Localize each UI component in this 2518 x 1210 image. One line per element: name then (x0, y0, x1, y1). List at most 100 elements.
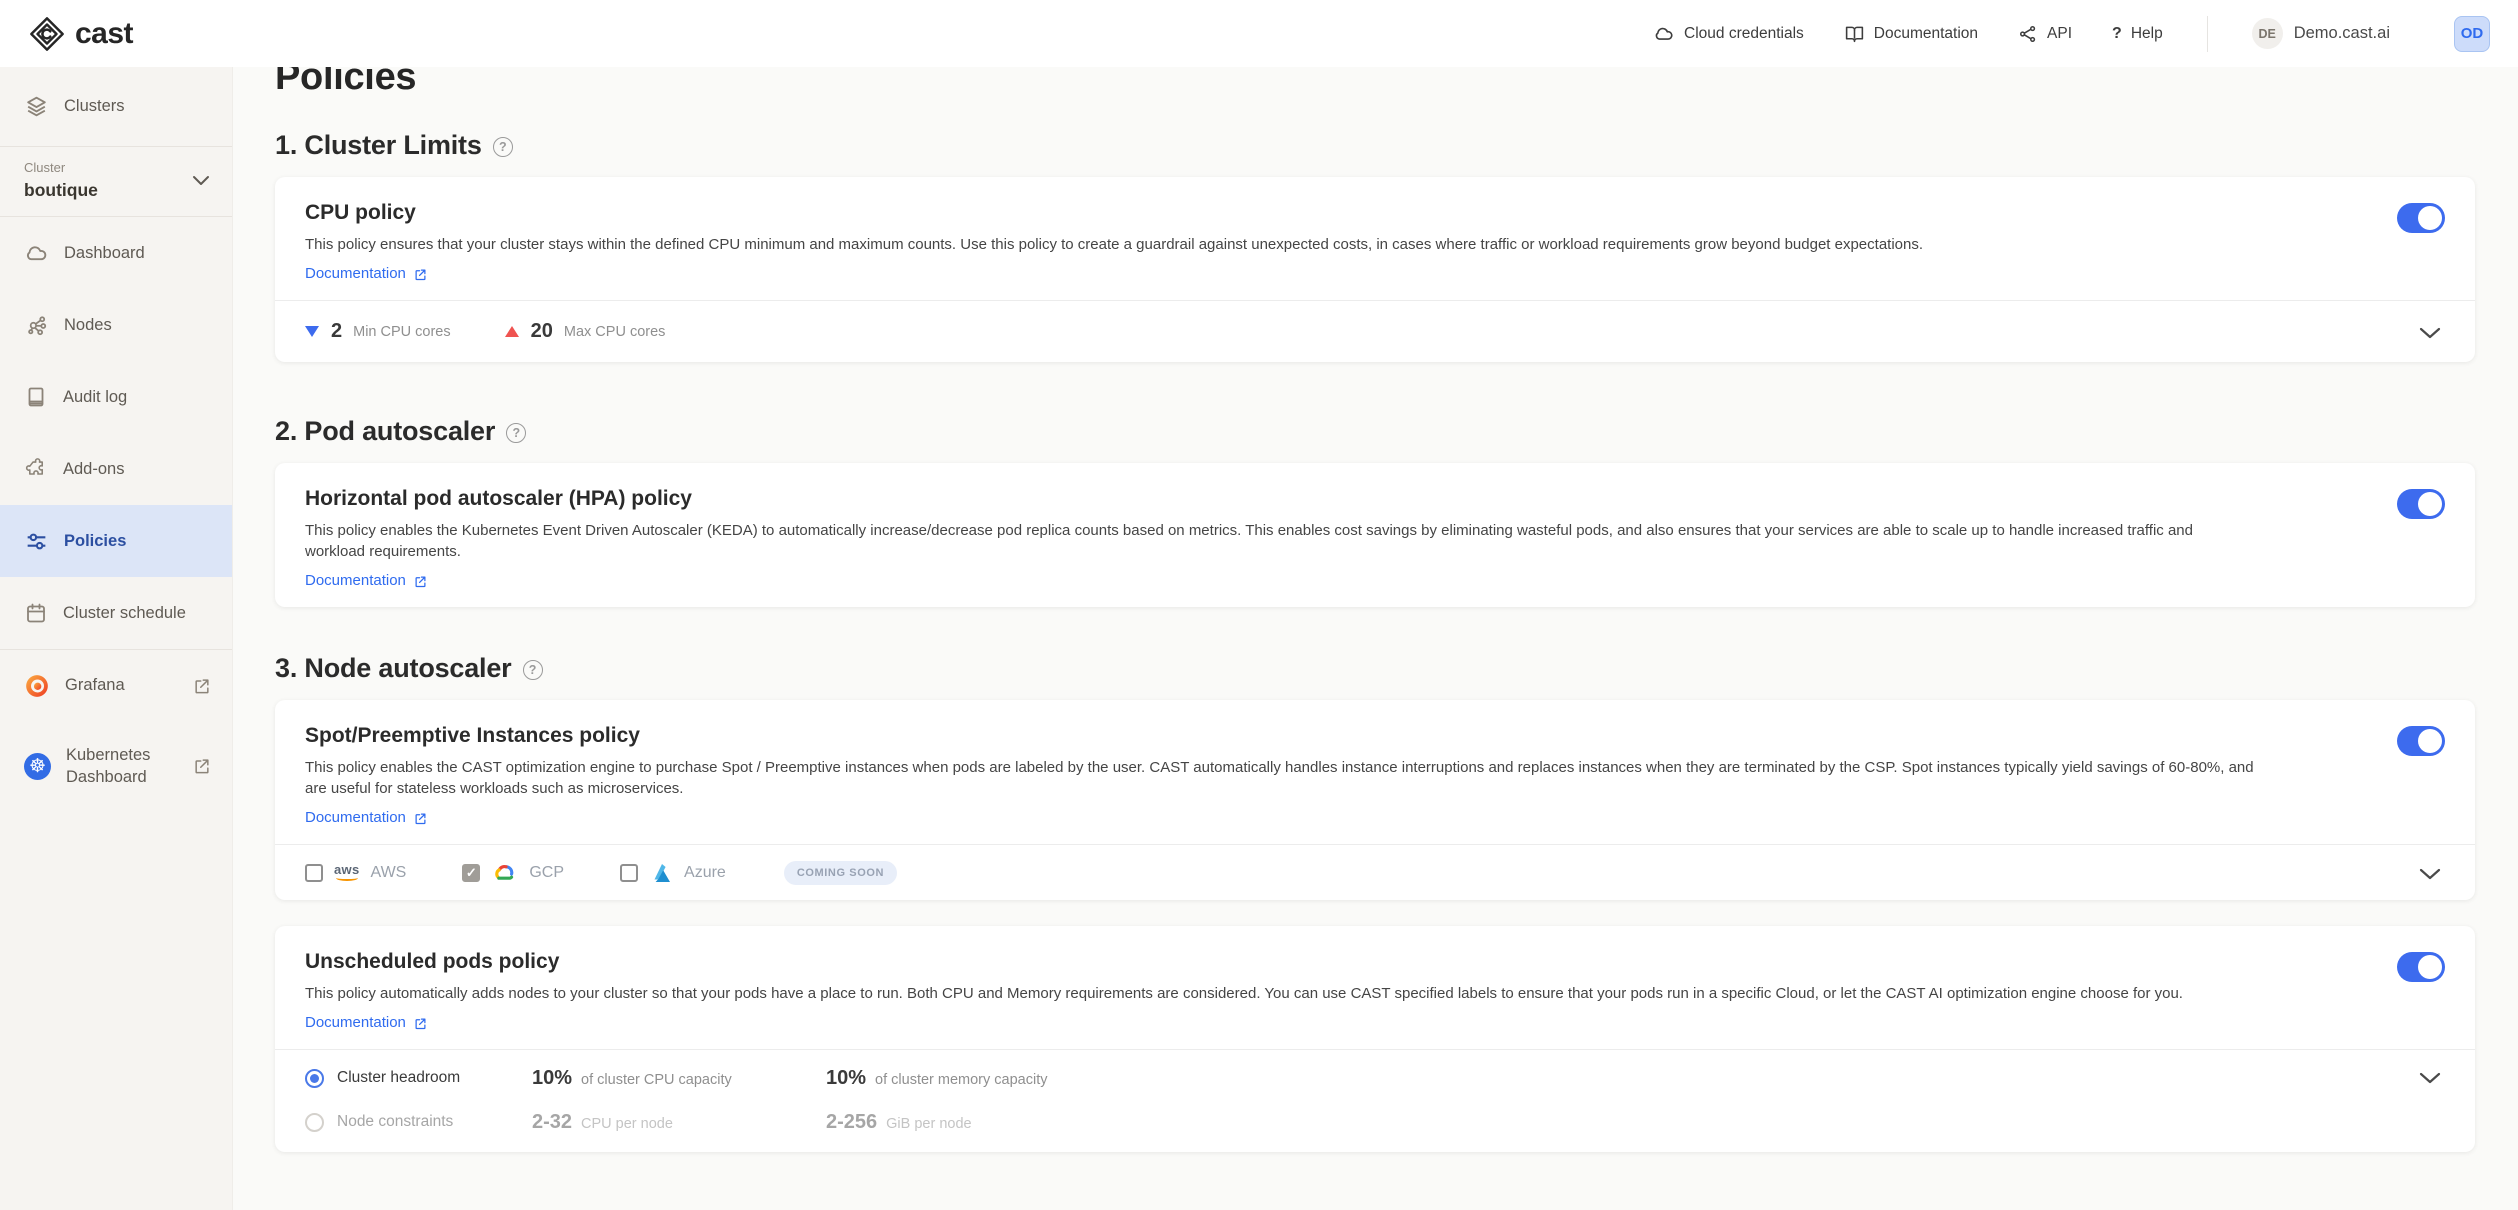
azure-checkbox[interactable] (620, 864, 638, 882)
external-link-icon (413, 1016, 428, 1031)
calendar-icon (24, 601, 48, 625)
sidebar-item-label: Audit log (63, 388, 127, 407)
section-node-autoscaler: 3. Node autoscaler ? (275, 652, 2475, 684)
toggle-knob (2418, 206, 2442, 230)
sidebar-item-add-ons[interactable]: Add-ons (0, 433, 232, 505)
node-constraints-option: Node constraints (305, 1113, 532, 1132)
gcp-checkbox[interactable]: ✓ (462, 864, 480, 882)
option-label: Node constraints (337, 1113, 453, 1131)
aws-logo-icon: aws (334, 865, 359, 881)
gcp-logo-icon (491, 862, 518, 883)
constraints-memory: 2-256 GiB per node (826, 1111, 972, 1134)
spot-policy-toggle[interactable] (2397, 726, 2445, 756)
external-link-icon (413, 574, 428, 589)
spot-policy-expand-row[interactable]: aws AWS ✓ GCP Azure (275, 844, 2475, 900)
constraints-memory-value: 2-256 (826, 1111, 877, 1134)
sidebar-item-label: Policies (64, 532, 126, 551)
constraints-cpu-value: 2-32 (532, 1111, 572, 1134)
sidebar-item-clusters[interactable]: Clusters (0, 67, 232, 147)
help-icon[interactable]: ? (506, 423, 526, 443)
toggle-knob (2418, 492, 2442, 516)
chevron-down-icon[interactable] (2419, 868, 2441, 880)
org-selector[interactable]: DE Demo.cast.ai (2252, 18, 2390, 49)
nav-label: Help (2131, 25, 2163, 43)
nav-documentation[interactable]: Documentation (1844, 23, 1978, 44)
documentation-link[interactable]: Documentation (305, 571, 428, 591)
sidebar-item-label: Cluster schedule (63, 604, 186, 623)
help-icon[interactable]: ? (493, 137, 513, 157)
cpu-policy-toggle[interactable] (2397, 203, 2445, 233)
chevron-down-icon[interactable] (2419, 327, 2441, 339)
hpa-policy-toggle[interactable] (2397, 489, 2445, 519)
sidebar-item-audit-log[interactable]: Audit log (0, 361, 232, 433)
cpu-policy-expand-row[interactable]: 2 Min CPU cores 20 Max CPU cores (275, 300, 2475, 362)
section-cluster-limits: 1. Cluster Limits ? (275, 129, 2475, 161)
cluster-headroom-option: Cluster headroom (305, 1069, 532, 1088)
help-icon[interactable]: ? (523, 660, 543, 680)
nav-cloud-credentials[interactable]: Cloud credentials (1653, 23, 1804, 45)
sidebar-item-kubernetes-dashboard[interactable]: ☸ Kubernetes Dashboard (0, 721, 232, 811)
documentation-link[interactable]: Documentation (305, 808, 428, 828)
provider-gcp: ✓ GCP (462, 862, 564, 883)
policies-page: Policies 1. Cluster Limits ? CPU policy … (233, 0, 2518, 1152)
sliders-icon (24, 529, 49, 554)
coming-soon-badge: COMING SOON (784, 861, 897, 885)
policy-description: This policy ensures that your cluster st… (305, 234, 2375, 255)
documentation-link-label: Documentation (305, 264, 406, 284)
sidebar-item-nodes[interactable]: Nodes (0, 289, 232, 361)
user-avatar[interactable]: OD (2454, 16, 2490, 52)
question-icon: ? (2112, 25, 2122, 43)
sidebar: Clusters Cluster boutique Dashboard Node… (0, 67, 233, 1210)
cluster-selector[interactable]: Cluster boutique (0, 147, 232, 217)
documentation-link-label: Documentation (305, 1013, 406, 1033)
min-triangle-icon (305, 326, 319, 337)
documentation-link[interactable]: Documentation (305, 264, 428, 284)
logo-text: cast (75, 17, 133, 51)
unscheduled-policy-toggle[interactable] (2397, 952, 2445, 982)
nav-label: API (2047, 25, 2072, 43)
max-triangle-icon (505, 326, 519, 337)
headroom-memory-caption: of cluster memory capacity (875, 1072, 1047, 1088)
nav-label: Cloud credentials (1684, 25, 1804, 43)
cpu-policy-card: CPU policy This policy ensures that your… (275, 177, 2475, 362)
section-heading: 2. Pod autoscaler (275, 415, 495, 447)
constraints-cpu: 2-32 CPU per node (532, 1111, 826, 1134)
cast-logo[interactable]: cast (28, 15, 133, 53)
cloud-icon (24, 241, 49, 266)
chevron-down-icon[interactable] (2419, 1072, 2441, 1084)
headroom-cpu-caption: of cluster CPU capacity (581, 1072, 732, 1088)
sidebar-item-label: Clusters (64, 97, 125, 116)
aws-checkbox[interactable] (305, 864, 323, 882)
sidebar-item-label: Grafana (65, 676, 125, 695)
book-icon (1844, 23, 1865, 44)
unscheduled-policy-options[interactable]: Cluster headroom 10% of cluster CPU capa… (275, 1049, 2475, 1152)
max-cpu-label: Max CPU cores (564, 324, 666, 340)
headroom-cpu: 10% of cluster CPU capacity (532, 1067, 826, 1090)
provider-aws: aws AWS (305, 864, 406, 882)
constraints-memory-caption: GiB per node (886, 1116, 971, 1132)
cluster-selector-label: Cluster (24, 160, 208, 175)
min-cpu-label: Min CPU cores (353, 324, 451, 340)
sidebar-item-label: Dashboard (64, 244, 145, 263)
headroom-memory-value: 10% (826, 1067, 866, 1090)
sidebar-item-label: Kubernetes Dashboard (66, 744, 196, 789)
nav-api[interactable]: API (2018, 24, 2072, 44)
min-cpu-stat: 2 Min CPU cores (305, 320, 451, 343)
policy-title: Unscheduled pods policy (305, 950, 2445, 974)
provider-label: AWS (370, 864, 406, 882)
nav-help[interactable]: ? Help (2112, 25, 2163, 43)
headroom-memory: 10% of cluster memory capacity (826, 1067, 1047, 1090)
top-header: cast Cloud credentials Documentation API… (0, 0, 2518, 67)
unscheduled-pods-policy-card: Unscheduled pods policy This policy auto… (275, 926, 2475, 1152)
sidebar-item-grafana[interactable]: Grafana (0, 649, 232, 721)
documentation-link[interactable]: Documentation (305, 1013, 428, 1033)
nodes-icon (24, 313, 49, 338)
node-constraints-radio[interactable] (305, 1113, 324, 1132)
sidebar-item-cluster-schedule[interactable]: Cluster schedule (0, 577, 232, 649)
provider-label: GCP (529, 864, 564, 882)
sidebar-item-policies[interactable]: Policies (0, 505, 232, 577)
cluster-headroom-radio[interactable] (305, 1069, 324, 1088)
node-constraints-row: Node constraints 2-32 CPU per node 2-256… (305, 1106, 2385, 1138)
max-cpu-value: 20 (531, 320, 553, 343)
sidebar-item-dashboard[interactable]: Dashboard (0, 217, 232, 289)
